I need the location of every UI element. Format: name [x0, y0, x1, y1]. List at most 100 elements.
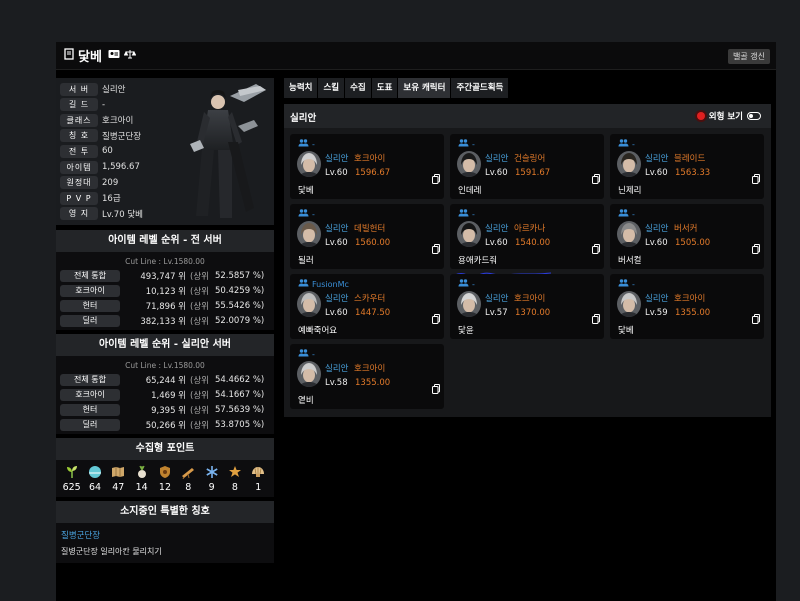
- combat-level: Lv.60: [645, 238, 668, 248]
- tab-1[interactable]: 스킬: [318, 78, 345, 98]
- copy-icon[interactable]: [752, 239, 760, 254]
- copy-icon[interactable]: [432, 379, 440, 394]
- scale-icon[interactable]: [123, 49, 137, 62]
- character-card[interactable]: - 실리안 아르카나 Lv.60 1540.00 용애카드줘: [450, 204, 604, 278]
- character-name: 예빠죽어요: [298, 326, 338, 336]
- people-icon: [298, 209, 309, 219]
- character-name: 닻베: [618, 326, 634, 336]
- collection-item[interactable]: 8: [177, 465, 199, 493]
- guild-row: -: [458, 279, 475, 289]
- guild-row: -: [458, 139, 475, 149]
- look-toggle[interactable]: 외형 보기: [696, 110, 761, 122]
- collection-title: 수집형 포인트: [56, 438, 274, 460]
- collection-item[interactable]: 64: [84, 465, 106, 493]
- collection-item[interactable]: 1: [247, 465, 269, 493]
- refresh-button[interactable]: 밸골 갱신: [728, 49, 770, 64]
- rank-value: 382,133 위: [140, 316, 186, 327]
- collection-item[interactable]: 14: [131, 465, 153, 493]
- guild-name: -: [312, 210, 315, 219]
- character-name: 될러: [298, 256, 314, 266]
- rank-row: 호크아이 1,469 위 (상위 54.1667 %): [56, 387, 274, 402]
- guild-name: -: [632, 140, 635, 149]
- profile-row: 아이템 1,596.67: [60, 160, 140, 174]
- collection-count: 9: [208, 482, 215, 493]
- character-card[interactable]: - 실리안 호크아이 Lv.58 1355.00 옅비: [290, 344, 444, 409]
- character-card[interactable]: - 실리안 호크아이 Lv.60 1596.67 닻베: [290, 134, 444, 199]
- character-card[interactable]: FusionMc 실리안 스카우터 Lv.60 1447.50 예빠죽어요: [290, 274, 444, 339]
- tab-0[interactable]: 능력치: [284, 78, 318, 98]
- profile-row: 클래스 호크아이: [60, 113, 133, 127]
- copy-icon[interactable]: [432, 239, 440, 254]
- copy-icon[interactable]: [592, 309, 600, 324]
- class-name: 호크아이: [674, 294, 706, 304]
- people-icon: [458, 279, 469, 289]
- radio-icon[interactable]: [696, 112, 705, 120]
- copy-icon[interactable]: [592, 169, 600, 184]
- profile-value: 60: [102, 146, 113, 157]
- guild-row: -: [618, 279, 635, 289]
- tab-2[interactable]: 수집: [345, 78, 371, 98]
- tab-3[interactable]: 도표: [371, 78, 398, 98]
- rank-category-label: 전체 통합: [60, 269, 120, 282]
- server-name: 실리안: [645, 224, 669, 234]
- guild-row: -: [458, 209, 475, 219]
- collection-item[interactable]: 625: [61, 465, 83, 493]
- item-level: 1596.67: [355, 168, 391, 178]
- rank-row: 딜러 50,266 위 (상위 53.8705 %): [56, 417, 274, 432]
- character-card[interactable]: - 실리안 건슬링어 Lv.60 1591.67 인데레: [450, 134, 604, 199]
- rank-row: 헌터 9,395 위 (상위 57.5639 %): [56, 402, 274, 417]
- profile-value: 16급: [102, 194, 121, 205]
- profile-row: P V P 16급: [60, 191, 121, 205]
- character-card[interactable]: - 실리안 호크아이 Lv.59 1355.00 닻베: [610, 274, 764, 339]
- rank-value: 1,469 위: [151, 390, 186, 401]
- character-card[interactable]: - 실리안 버서커 Lv.60 1505.00 버서컬: [610, 204, 764, 269]
- toggle-switch-icon[interactable]: [747, 112, 761, 120]
- id-card-icon[interactable]: [108, 49, 120, 62]
- copy-icon[interactable]: [432, 309, 440, 324]
- profile-value: 실리안: [102, 85, 126, 95]
- collection-item[interactable]: 9: [201, 465, 223, 493]
- copy-icon[interactable]: [752, 309, 760, 324]
- guild-name: FusionMc: [312, 280, 349, 289]
- bookmark-icon[interactable]: [64, 48, 74, 63]
- rank-all-title: 아이템 레벨 순위 - 전 서버: [56, 230, 274, 252]
- item-level: 1355.00: [355, 378, 391, 388]
- tab-5[interactable]: 주간골드획득: [451, 78, 509, 98]
- character-card[interactable]: - 실리안 데빌헌터 Lv.60 1560.00 될러: [290, 204, 444, 269]
- guild-row: -: [298, 139, 315, 149]
- map-icon: [111, 465, 125, 479]
- combat-level: Lv.60: [485, 238, 508, 248]
- rank-category-label: 딜러: [60, 314, 120, 327]
- character-avatar: [457, 291, 481, 317]
- collection-count: 14: [135, 482, 148, 493]
- character-card[interactable]: - 실리안 블레이드 Lv.60 1563.33 닌제리: [610, 134, 764, 199]
- guild-name: -: [312, 350, 315, 359]
- item-level: 1540.00: [515, 238, 551, 248]
- tab-bar: 능력치 스킬 수집 도표 보유 캐릭터 주간골드획득: [284, 78, 771, 98]
- character-avatar: [297, 151, 321, 177]
- copy-icon[interactable]: [752, 169, 760, 184]
- collection-item[interactable]: 12: [154, 465, 176, 493]
- server-name: 실리안: [325, 294, 349, 304]
- character-name: 버서컬: [618, 256, 642, 266]
- tab-4[interactable]: 보유 캐릭터: [398, 78, 451, 98]
- rank-sub-label: (상위: [190, 301, 209, 312]
- rank-server-section: 아이템 레벨 순위 - 실리안 서버 Cut Line : Lv.1580.00…: [56, 334, 274, 434]
- mokoko-icon: [135, 465, 149, 479]
- collection-item[interactable]: 8: [224, 465, 246, 493]
- class-name: 아르카나: [514, 224, 546, 234]
- shell-icon: [251, 465, 265, 479]
- rank-category-label: 헌터: [60, 403, 120, 416]
- class-name: 버서커: [674, 224, 698, 234]
- collection-item[interactable]: 47: [107, 465, 129, 493]
- profile-row: 서 버 실리안: [60, 82, 125, 96]
- server-name: 실리안: [325, 364, 349, 374]
- rank-sub-label: (상위: [190, 316, 209, 327]
- copy-icon[interactable]: [432, 169, 440, 184]
- rank-percent: 54.4662 %): [214, 374, 265, 385]
- profile-row: 길 드-: [60, 98, 105, 112]
- character-card[interactable]: - 실리안 호크아이 Lv.57 1370.00 닻윤: [450, 274, 604, 339]
- collection-count: 1: [255, 482, 262, 493]
- copy-icon[interactable]: [592, 239, 600, 254]
- character-avatar: [457, 151, 481, 177]
